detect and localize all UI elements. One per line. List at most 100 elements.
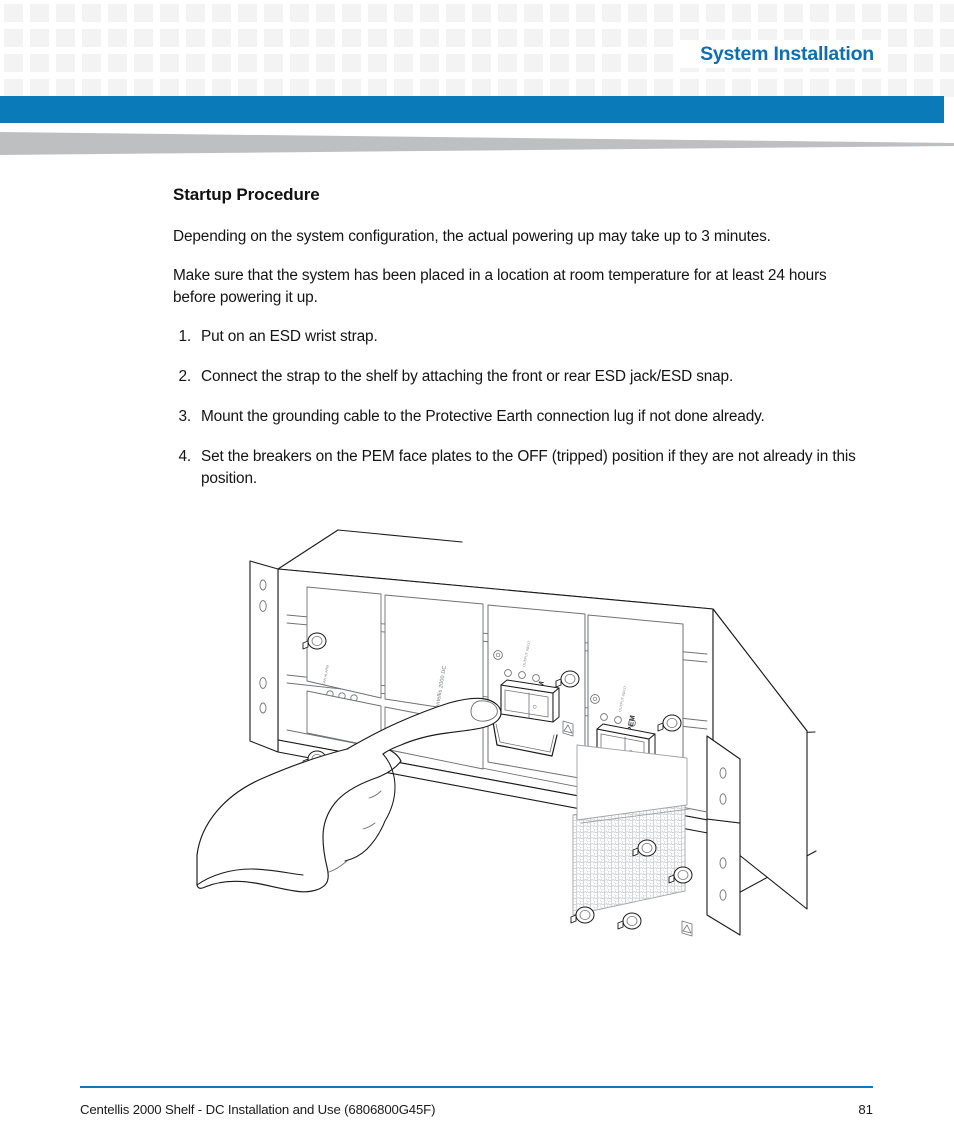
header-pattern-cell [602, 79, 621, 97]
header-pattern-cell [654, 4, 673, 22]
header-pattern-cell [446, 29, 465, 47]
header-pattern-cell [914, 54, 933, 72]
header-pattern-cell [524, 79, 543, 97]
header-pattern-cell [290, 54, 309, 72]
header-pattern-cell [342, 29, 361, 47]
header-pattern-cell [134, 54, 153, 72]
header-pattern-cell [342, 79, 361, 97]
header-pattern-cell [160, 29, 179, 47]
header-pattern-cell [108, 4, 127, 22]
header-pattern-cell [30, 54, 49, 72]
header-pattern-cell [394, 29, 413, 47]
header-pattern-cell [654, 54, 673, 72]
header-pattern-cell [576, 79, 595, 97]
header-pattern-cell [108, 54, 127, 72]
header-pattern-cell [940, 79, 954, 97]
header-pattern-cell [368, 29, 387, 47]
header-pattern-cell [56, 79, 75, 97]
header-pattern-cell [160, 79, 179, 97]
list-item: 4. Set the breakers on the PEM face plat… [173, 446, 883, 490]
list-item-number: 1. [178, 328, 191, 345]
header-pattern-cell [238, 4, 257, 22]
header-pattern-cell [602, 29, 621, 47]
header-pattern-cell [472, 79, 491, 97]
header-pattern-cell [888, 4, 907, 22]
header-pattern-cell [862, 4, 881, 22]
header-pattern-cell [264, 79, 283, 97]
header-pattern-cell [914, 79, 933, 97]
header-pattern-cell [212, 4, 231, 22]
header-pattern-cell [134, 4, 153, 22]
header-pattern-cell [472, 29, 491, 47]
list-item: 3. Mount the grounding cable to the Prot… [173, 406, 883, 428]
header-pattern-cell [732, 79, 751, 97]
header-pattern-cell [420, 54, 439, 72]
header-pattern-cell [420, 29, 439, 47]
page-title: System Installation [700, 43, 874, 65]
header-pattern-cell [212, 29, 231, 47]
header-pattern-cell [186, 4, 205, 22]
list-item-number: 4. [178, 448, 191, 465]
header-pattern-cell [394, 4, 413, 22]
header-pattern-cell [576, 54, 595, 72]
footer-page-number: 81 [858, 1102, 873, 1117]
header-pattern-cell [56, 4, 75, 22]
warning-triangle-left [562, 720, 574, 737]
header-pattern-cell [420, 79, 439, 97]
mesh-grille-panel [572, 744, 691, 916]
page-header: System Installation [0, 0, 954, 97]
header-pattern-cell [342, 54, 361, 72]
header-pattern-cell [758, 4, 777, 22]
header-pattern-cell [862, 79, 881, 97]
list-item-text: Put on an ESD wrist strap. [201, 328, 378, 345]
header-pattern-cell [316, 54, 335, 72]
header-pattern-cell [602, 4, 621, 22]
header-pattern-cell [550, 4, 569, 22]
header-pattern-cell [264, 54, 283, 72]
header-pattern-cell [82, 79, 101, 97]
list-item-number: 3. [178, 408, 191, 425]
header-pattern-cell [4, 79, 23, 97]
header-pattern-cell [212, 54, 231, 72]
header-pattern-cell [498, 4, 517, 22]
header-pattern-cell [472, 54, 491, 72]
header-pattern-cell [238, 29, 257, 47]
header-pattern-cell [82, 4, 101, 22]
list-item-text: Mount the grounding cable to the Protect… [201, 408, 765, 425]
header-pattern-cell [914, 29, 933, 47]
header-pattern-cell [290, 79, 309, 97]
list-item-text: Connect the strap to the shelf by attach… [201, 368, 734, 385]
header-pattern-cell [212, 79, 231, 97]
header-pattern-cell [628, 79, 647, 97]
header-pattern-cell [940, 4, 954, 22]
header-pattern-cell [30, 29, 49, 47]
header-pattern-cell [446, 4, 465, 22]
header-pattern-cell [186, 79, 205, 97]
header-pattern-cell [394, 54, 413, 72]
header-pattern-cell [706, 4, 725, 22]
header-pattern-cell [732, 4, 751, 22]
header-pattern-cell [888, 54, 907, 72]
header-pattern-cell [342, 4, 361, 22]
header-pattern-cell [498, 29, 517, 47]
header-pattern-cell [472, 4, 491, 22]
header-pattern-cell [524, 29, 543, 47]
header-pattern-cell [576, 29, 595, 47]
header-pattern-cell [784, 79, 803, 97]
header-pattern-cell [264, 4, 283, 22]
header-pattern-cell [680, 4, 699, 22]
header-pattern-cell [940, 29, 954, 47]
header-pattern-cell [914, 4, 933, 22]
header-pattern-cell [186, 54, 205, 72]
list-item-number: 2. [178, 368, 191, 385]
header-pattern-cell [888, 79, 907, 97]
header-pattern-cell [134, 79, 153, 97]
header-pattern-cell [316, 29, 335, 47]
list-item-text: Set the breakers on the PEM face plates … [201, 448, 856, 487]
header-pattern-cell [108, 29, 127, 47]
intro-paragraph-2: Make sure that the system has been place… [173, 267, 827, 306]
header-pattern-cell [316, 79, 335, 97]
header-pattern-cell [628, 29, 647, 47]
pem-module-left: PEM OUTPUT INPUT [487, 604, 586, 780]
rack-ear-right [706, 735, 741, 936]
